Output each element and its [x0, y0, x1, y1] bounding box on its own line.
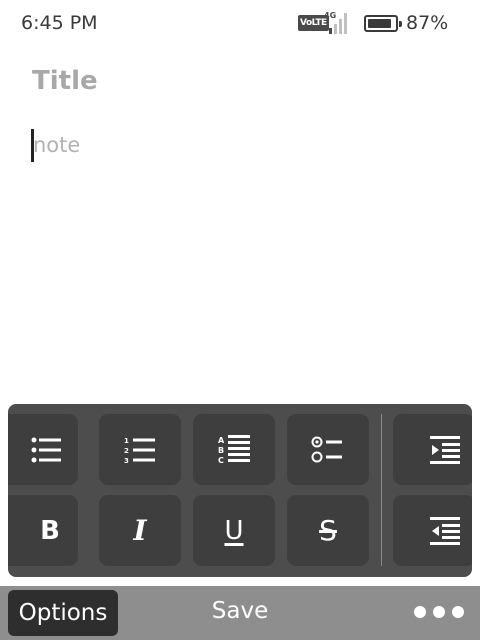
- battery-percent: 87%: [406, 12, 449, 34]
- svg-text:3: 3: [124, 457, 129, 465]
- more-dots-icon: [433, 606, 445, 618]
- bullet-list-button[interactable]: [8, 414, 78, 485]
- strikethrough-icon: S: [319, 514, 337, 547]
- options-softkey[interactable]: Options: [8, 590, 118, 636]
- outdent-icon: [430, 516, 460, 545]
- underline-icon: U: [224, 515, 244, 546]
- more-softkey[interactable]: [414, 606, 464, 618]
- formatting-toolbar: 1 2 3 A B C B I U S: [8, 404, 472, 577]
- signal-bar: [329, 28, 332, 34]
- checklist-icon: [311, 436, 342, 462]
- svg-text:1: 1: [124, 437, 129, 445]
- svg-text:B: B: [218, 446, 224, 455]
- signal-strength-icon: 4G: [324, 11, 350, 34]
- battery-nub: [399, 21, 402, 27]
- underline-button[interactable]: U: [193, 495, 275, 566]
- svg-text:C: C: [218, 456, 224, 465]
- status-time: 6:45 PM: [21, 12, 98, 34]
- toolbar-divider: [381, 414, 382, 566]
- italic-button[interactable]: I: [99, 495, 181, 566]
- more-dots-icon: [414, 606, 426, 618]
- status-bar: 6:45 PM VoLTE 4G 87%: [0, 0, 480, 48]
- lettered-list-button[interactable]: A B C: [193, 414, 275, 485]
- svg-text:2: 2: [124, 447, 129, 455]
- indent-icon: [430, 435, 460, 464]
- checklist-button[interactable]: [287, 414, 369, 485]
- bold-button[interactable]: B: [8, 495, 78, 566]
- bullet-list-icon: [31, 437, 61, 462]
- indent-button[interactable]: [393, 414, 472, 485]
- signal-bar: [344, 13, 347, 34]
- lettered-list-icon: A B C: [218, 434, 250, 465]
- numbered-list-button[interactable]: 1 2 3: [99, 414, 181, 485]
- battery-fill: [368, 19, 391, 28]
- network-type-label: 4G: [324, 11, 337, 20]
- strikethrough-button[interactable]: S: [287, 495, 369, 566]
- italic-icon: I: [133, 514, 147, 547]
- outdent-button[interactable]: [393, 495, 472, 566]
- svg-text:A: A: [218, 436, 225, 445]
- softkey-bar: Save Options: [0, 586, 480, 640]
- signal-bar: [339, 19, 342, 34]
- numbered-list-icon: 1 2 3: [124, 437, 155, 465]
- battery-icon: [364, 15, 402, 32]
- bold-icon: B: [40, 515, 60, 546]
- more-dots-icon: [452, 606, 464, 618]
- note-body-input[interactable]: note: [33, 133, 80, 157]
- signal-bar: [334, 24, 337, 34]
- title-input[interactable]: Title: [32, 66, 98, 96]
